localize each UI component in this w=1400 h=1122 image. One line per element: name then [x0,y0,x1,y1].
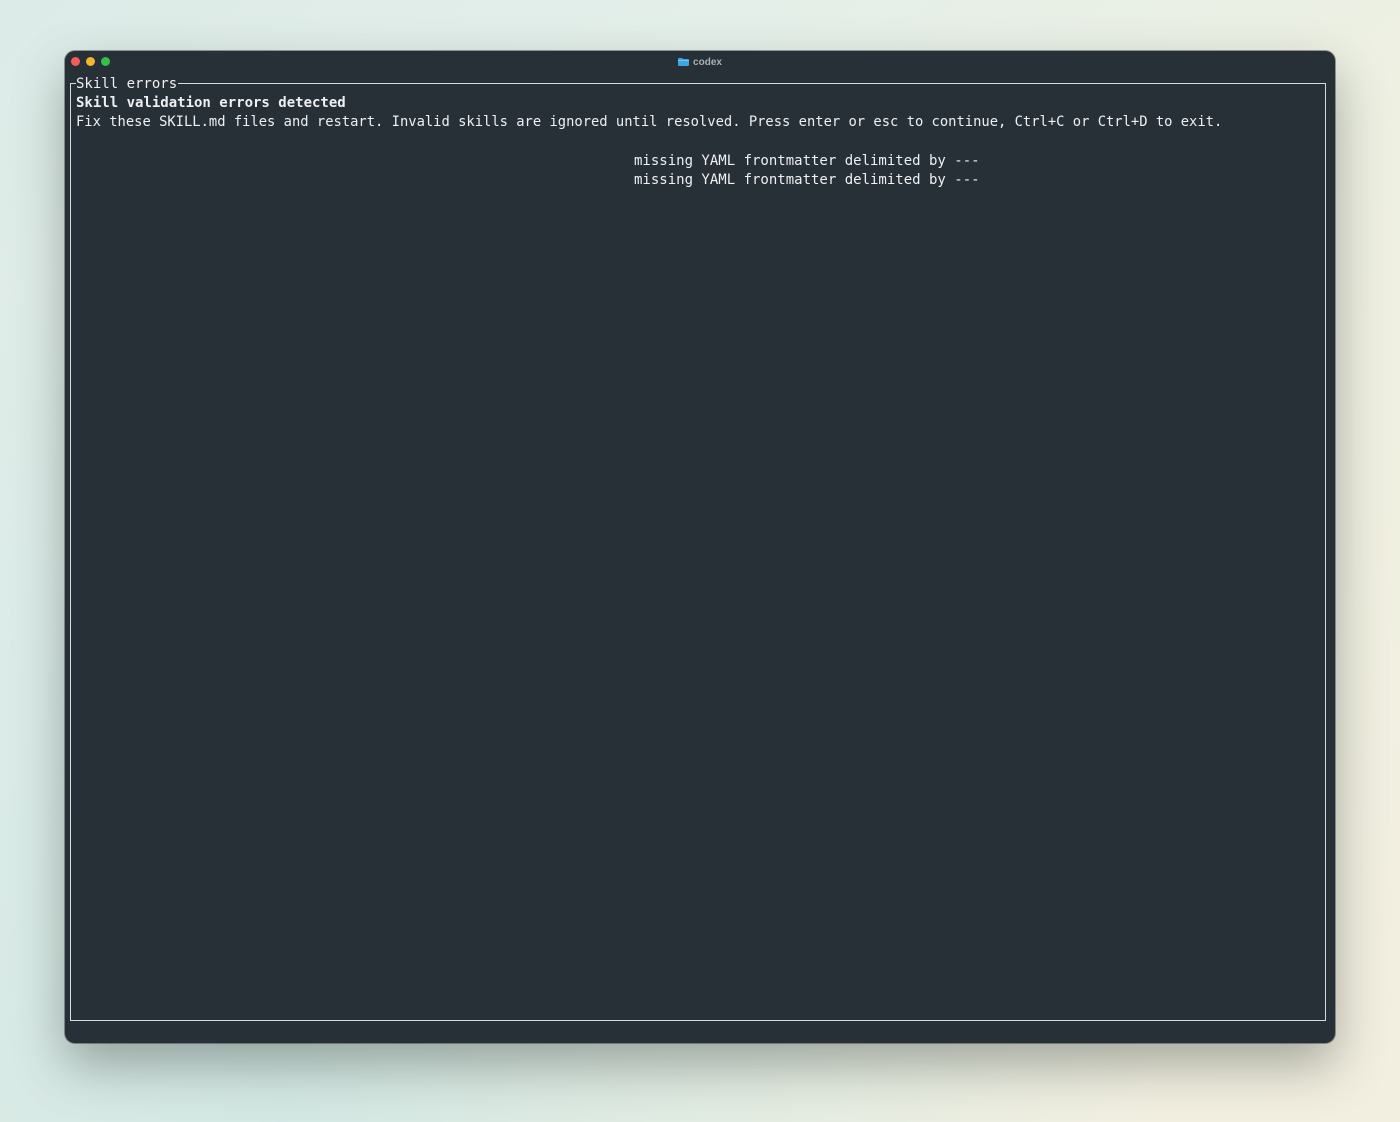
window-title: codex [693,56,722,68]
window-title-group: codex [65,51,1335,73]
skill-errors-panel [70,83,1326,1021]
error-heading: Skill validation errors detected [76,95,346,111]
error-message: missing YAML frontmatter delimited by --… [634,172,980,188]
terminal-content[interactable]: Skill errors Skill validation errors det… [70,73,1330,1023]
folder-icon [678,58,690,66]
panel-title: Skill errors [76,75,179,93]
error-message: missing YAML frontmatter delimited by --… [634,153,980,169]
terminal-window: codex Skill errors Skill validation erro… [65,51,1335,1043]
instructions-text: Fix these SKILL.md files and restart. In… [76,114,1223,130]
title-bar[interactable]: codex [65,51,1335,73]
